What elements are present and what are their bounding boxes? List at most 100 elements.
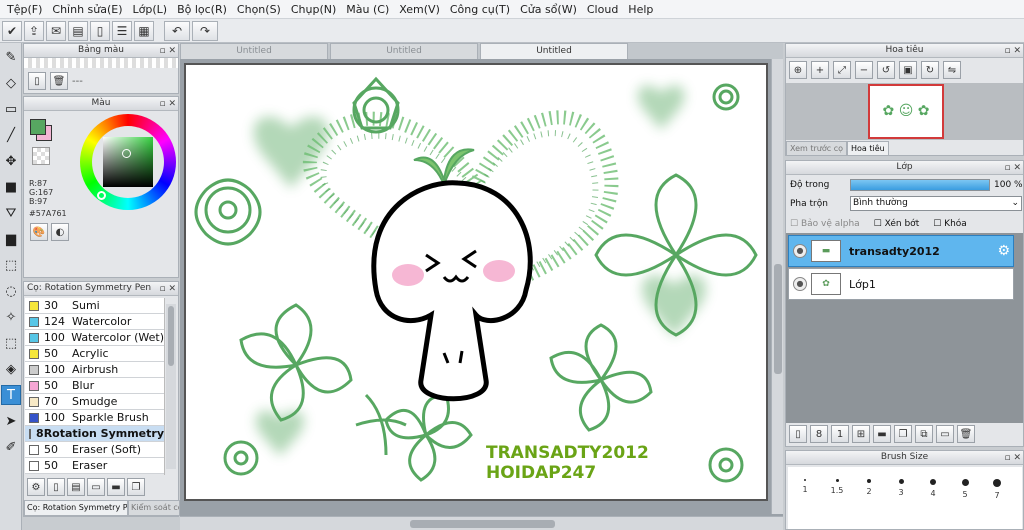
menu-item[interactable]: Bộ lọc(R) [172, 3, 232, 16]
rotate-right-icon[interactable]: ↻ [921, 61, 939, 79]
menu-item[interactable]: Tệp(F) [2, 3, 47, 16]
layer-folder-icon[interactable]: ▬ [873, 425, 891, 443]
drawing-canvas[interactable]: TRANSADTY2012 HOIDAP247 [184, 63, 768, 501]
color-picker-marker[interactable] [122, 149, 131, 158]
menu-item[interactable]: Chọn(S) [232, 3, 286, 16]
visibility-icon[interactable]: ● [793, 277, 807, 291]
zoom-in-icon[interactable]: + [811, 61, 829, 79]
grid-icon[interactable]: ▦ [134, 20, 154, 41]
document-tab-active[interactable]: Untitled [480, 43, 628, 59]
navigator-preview[interactable]: ✿ ☺ ✿ [868, 84, 944, 139]
brush-menu-icon[interactable]: ▤ [67, 478, 85, 496]
brush-list-scrollbar[interactable] [166, 304, 176, 469]
reset-view-icon[interactable]: ▣ [899, 61, 917, 79]
brush-size-cell[interactable]: 1.5 [822, 473, 852, 505]
duplicate-brush-icon[interactable]: ❐ [127, 478, 145, 496]
brush-control-tab[interactable]: Kiểm soát cọ [128, 500, 180, 516]
flip-icon[interactable]: ⇋ [943, 61, 961, 79]
panel-close-icon[interactable]: ▫ ✕ [159, 45, 176, 58]
menu-item[interactable]: Cloud [582, 3, 623, 16]
lock-checkbox[interactable]: ☐ Khóa [933, 219, 967, 229]
select-rect-tool-icon[interactable]: ⬚ [1, 255, 21, 275]
menu-item[interactable]: Chụp(N) [286, 3, 341, 16]
clear-layer-icon[interactable]: ▭ [936, 425, 954, 443]
undo-icon[interactable]: ↶ [164, 20, 190, 41]
brush-list-item[interactable]: 100 Watercolor (Wet) [25, 330, 164, 346]
hue-marker[interactable] [97, 191, 106, 200]
page-list-icon[interactable]: ☰ [112, 20, 132, 41]
eraser-tool-icon[interactable]: ◇ [1, 73, 21, 93]
brush-size-cell[interactable]: 5 [950, 473, 980, 505]
rotate-left-icon[interactable]: ↺ [877, 61, 895, 79]
brush-list-item[interactable]: 50 Blur [25, 378, 164, 394]
new-layer-1bit-icon[interactable]: 1 [831, 425, 849, 443]
rectangle-tool-icon[interactable]: ▭ [1, 99, 21, 119]
delete-palette-icon[interactable]: 🗑 [50, 72, 68, 90]
speech-bubble-icon[interactable]: ✉ [46, 20, 66, 41]
bucket-tool-icon[interactable]: ⛛ [1, 203, 21, 223]
line-tool-icon[interactable]: ╱ [1, 125, 21, 145]
palette-mode-icon[interactable]: 🎨 [30, 223, 48, 241]
panel-close-icon[interactable]: ▫ ✕ [1004, 162, 1021, 175]
menu-item[interactable]: Cửa sổ(W) [515, 3, 582, 16]
pen-tool-icon[interactable]: ✎ [1, 47, 21, 67]
document-tab[interactable]: Untitled [180, 43, 328, 59]
brush-list-item[interactable]: 8 Rotation Symmetry [25, 426, 164, 442]
brush-size-cell[interactable]: 7 [982, 473, 1012, 505]
cloud-sync-icon[interactable]: ✔ [2, 20, 22, 41]
layer-row[interactable]: ● ▬ transadty2012 ⚙ [788, 235, 1014, 267]
new-layer-menu-icon[interactable]: ⊞ [852, 425, 870, 443]
new-layer-icon[interactable]: ▯ [789, 425, 807, 443]
new-layer-8bit-icon[interactable]: 8 [810, 425, 828, 443]
text-tool-icon[interactable]: T [1, 385, 21, 405]
lasso-tool-icon[interactable]: ◌ [1, 281, 21, 301]
saturation-value-square[interactable] [103, 137, 153, 187]
protect-alpha-checkbox[interactable]: ☐ Bảo vệ alpha [790, 219, 860, 229]
brush-list-item[interactable]: 50 Acrylic [25, 346, 164, 362]
brush-tab[interactable]: Cọ: Rotation Symmetry Pen [24, 500, 128, 516]
menu-item[interactable]: Công cụ(T) [445, 3, 515, 16]
copy-layer-icon[interactable]: ❐ [894, 425, 912, 443]
brush-list-item[interactable]: 100 Airbrush [25, 362, 164, 378]
magic-wand-tool-icon[interactable]: ✧ [1, 307, 21, 327]
brush-list-item[interactable]: 70 Smudge [25, 394, 164, 410]
operation-tool-icon[interactable]: ➤ [1, 411, 21, 431]
brush-settings-icon[interactable]: ⚙ [27, 478, 45, 496]
brush-list-item[interactable]: 50 Eraser [25, 458, 164, 474]
merge-layer-icon[interactable]: ⧉ [915, 425, 933, 443]
comment-icon[interactable]: ▤ [68, 20, 88, 41]
blend-mode-select[interactable]: Bình thường ⌄ [850, 196, 1022, 211]
zoom-out-icon[interactable]: − [855, 61, 873, 79]
copy-brush-icon[interactable]: ▭ [87, 478, 105, 496]
menu-item[interactable]: Help [623, 3, 658, 16]
brush-list-item[interactable]: 30 Sumi [25, 298, 164, 314]
menu-item[interactable]: Xem(V) [394, 3, 445, 16]
fit-window-icon[interactable]: ⤢ [833, 61, 851, 79]
color-picker-mode-icon[interactable]: ◐ [51, 223, 69, 241]
brush-preview-tab[interactable]: Xem trước cọ [786, 141, 848, 156]
document-tab[interactable]: Untitled [330, 43, 478, 59]
canvas-horizontal-scrollbar[interactable] [180, 516, 783, 530]
document-icon[interactable]: ▯ [90, 20, 110, 41]
zoom-fit-icon[interactable]: ⊕ [789, 61, 807, 79]
select-eraser-tool-icon[interactable]: ◈ [1, 359, 21, 379]
brush-folder-icon[interactable]: ▬ [107, 478, 125, 496]
opacity-slider[interactable] [850, 179, 990, 191]
eyedropper-tool-icon[interactable]: ✐ [1, 437, 21, 457]
brush-list-item[interactable]: 50 Eraser (Soft) [25, 442, 164, 458]
brush-size-cell[interactable]: 4 [918, 473, 948, 505]
new-palette-icon[interactable]: ▯ [28, 72, 46, 90]
menu-item[interactable]: Chỉnh sửa(E) [47, 3, 127, 16]
primary-color-swatch[interactable] [30, 119, 46, 135]
fill-shape-tool-icon[interactable]: ■ [1, 177, 21, 197]
redo-icon[interactable]: ↷ [192, 20, 218, 41]
menu-item[interactable]: Lớp(L) [128, 3, 173, 16]
gear-icon[interactable]: ⚙ [997, 243, 1010, 259]
select-pen-tool-icon[interactable]: ⬚ [1, 333, 21, 353]
panel-close-icon[interactable]: ▫ ✕ [159, 98, 176, 111]
layer-row[interactable]: ● ✿ Lớp1 [788, 268, 1014, 300]
navigator-tab[interactable]: Hoa tiêu [847, 141, 889, 156]
gradient-tool-icon[interactable]: ▆ [1, 229, 21, 249]
clipping-checkbox[interactable]: ☐ Xén bớt [874, 219, 920, 229]
brush-size-cell[interactable]: 1 [790, 473, 820, 505]
